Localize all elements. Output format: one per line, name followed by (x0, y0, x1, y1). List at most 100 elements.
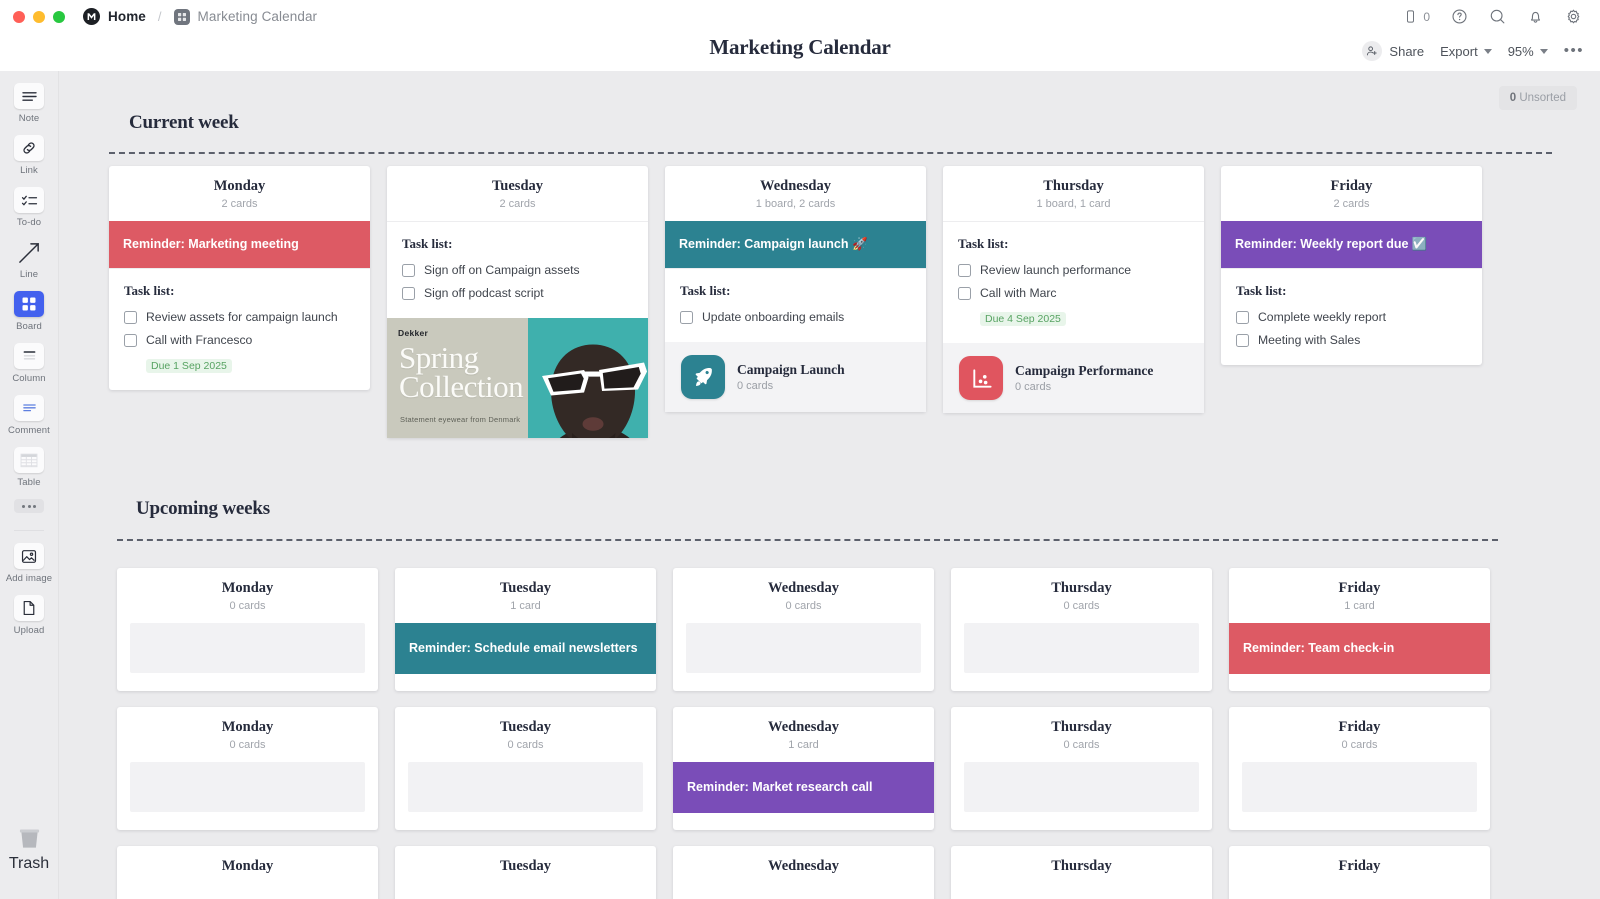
search-icon[interactable] (1489, 8, 1506, 25)
share-button[interactable]: Share (1362, 41, 1424, 61)
day-card-upcoming-thursday-1[interactable]: Thursday 0 cards (951, 568, 1212, 691)
day-card-upcoming-tuesday-3[interactable]: Tuesday (395, 846, 656, 899)
more-options-button[interactable]: ••• (1564, 46, 1584, 56)
empty-drop-zone[interactable] (1242, 762, 1477, 812)
task-checkbox[interactable] (1236, 334, 1249, 347)
day-card-wednesday[interactable]: Wednesday 1 board, 2 cards Reminder: Cam… (665, 166, 926, 412)
day-card-monday[interactable]: Monday 2 cards Reminder: Marketing meeti… (109, 166, 370, 390)
day-card-count: 0 cards (123, 600, 372, 612)
close-window-button[interactable] (13, 11, 25, 23)
help-icon[interactable] (1451, 8, 1468, 25)
day-card-upcoming-monday-3[interactable]: Monday (117, 846, 378, 899)
task-checkbox[interactable] (680, 311, 693, 324)
sidebar-item-column[interactable]: Column (0, 343, 59, 384)
empty-drop-zone[interactable] (130, 762, 365, 812)
line-icon (14, 239, 44, 265)
day-card-thursday[interactable]: Thursday 1 board, 1 card Task list: Revi… (943, 166, 1204, 413)
day-card-upcoming-wednesday-3[interactable]: Wednesday (673, 846, 934, 899)
task-item[interactable]: Sign off on Campaign assets (402, 263, 633, 277)
empty-drop-zone[interactable] (686, 623, 921, 673)
day-card-friday[interactable]: Friday 2 cards Reminder: Weekly report d… (1221, 166, 1482, 365)
day-card-upcoming-thursday-2[interactable]: Thursday 0 cards (951, 707, 1212, 830)
sidebar-item-board[interactable]: Board (0, 291, 59, 332)
window-titlebar: Home / Marketing Calendar 0 (0, 0, 1600, 33)
task-item[interactable]: Call with Francesco (124, 333, 355, 347)
zoom-dropdown[interactable]: 95% (1508, 44, 1548, 59)
sidebar-item-todo[interactable]: To-do (0, 187, 59, 228)
task-list-title: Task list: (958, 236, 1189, 252)
day-card-upcoming-monday-2[interactable]: Monday 0 cards (117, 707, 378, 830)
sidebar-item-trash[interactable]: Trash (9, 827, 49, 873)
day-card-upcoming-monday-1[interactable]: Monday 0 cards (117, 568, 378, 691)
task-item[interactable]: Complete weekly report (1236, 310, 1467, 324)
export-dropdown[interactable]: Export (1440, 44, 1492, 59)
breadcrumb-home[interactable]: Home (108, 9, 146, 24)
reminder-card[interactable]: Reminder: Schedule email newsletters (395, 623, 656, 674)
task-item[interactable]: Update onboarding emails (680, 310, 911, 324)
task-checkbox[interactable] (1236, 311, 1249, 324)
day-card-upcoming-tuesday-1[interactable]: Tuesday 1 card Reminder: Schedule email … (395, 568, 656, 691)
day-card-tuesday[interactable]: Tuesday 2 cards Task list: Sign off on C… (387, 166, 648, 438)
minimize-window-button[interactable] (33, 11, 45, 23)
sidebar-label: Add image (6, 573, 52, 584)
sidebar-label: Board (16, 321, 42, 332)
image-card-caption: Statement eyewear from Denmark (400, 415, 520, 424)
reminder-card[interactable]: Reminder: Market research call (673, 762, 934, 813)
board-canvas[interactable]: 0 Unsorted Current week Monday 2 cards R… (59, 71, 1600, 899)
task-list-card[interactable]: Task list: Complete weekly report Meetin… (1221, 268, 1482, 365)
reminder-card[interactable]: Reminder: Team check-in (1229, 623, 1490, 674)
empty-drop-zone[interactable] (964, 762, 1199, 812)
task-checkbox[interactable] (402, 287, 415, 300)
sidebar-item-table[interactable]: Table (0, 447, 59, 488)
sidebar-item-comment[interactable]: Comment (0, 395, 59, 436)
sidebar-item-add-image[interactable]: Add image (0, 543, 59, 584)
task-list-card[interactable]: Task list: Sign off on Campaign assets S… (387, 221, 648, 318)
board-item-campaign-performance[interactable]: Campaign Performance 0 cards (943, 343, 1204, 413)
reminder-card[interactable]: Reminder: Campaign launch 🚀 (665, 221, 926, 268)
day-card-upcoming-wednesday-2[interactable]: Wednesday 1 card Reminder: Market resear… (673, 707, 934, 830)
reminder-card[interactable]: Reminder: Weekly report due ☑️ (1221, 221, 1482, 268)
upload-icon (14, 595, 44, 621)
page-header: Marketing Calendar Share Export 95% ••• (0, 33, 1600, 71)
notifications-bell-icon[interactable] (1527, 8, 1544, 25)
task-item[interactable]: Meeting with Sales (1236, 333, 1467, 347)
settings-gear-icon[interactable] (1565, 8, 1582, 25)
task-list-card[interactable]: Task list: Update onboarding emails (665, 268, 926, 342)
sidebar-item-link[interactable]: Link (0, 135, 59, 176)
day-card-upcoming-friday-2[interactable]: Friday 0 cards (1229, 707, 1490, 830)
task-checkbox[interactable] (958, 287, 971, 300)
table-icon (14, 447, 44, 473)
day-card-count: 1 card (1235, 600, 1484, 612)
task-item[interactable]: Review assets for campaign launch (124, 310, 355, 324)
task-checkbox[interactable] (402, 264, 415, 277)
task-checkbox[interactable] (958, 264, 971, 277)
day-card-upcoming-thursday-3[interactable]: Thursday (951, 846, 1212, 899)
task-item[interactable]: Review launch performance (958, 263, 1189, 277)
task-checkbox[interactable] (124, 334, 137, 347)
day-card-count: 0 cards (957, 600, 1206, 612)
task-item[interactable]: Sign off podcast script (402, 286, 633, 300)
sidebar-item-upload[interactable]: Upload (0, 595, 59, 636)
reminder-card[interactable]: Reminder: Marketing meeting (109, 221, 370, 268)
empty-drop-zone[interactable] (130, 623, 365, 673)
task-list-card[interactable]: Task list: Review assets for campaign la… (109, 268, 370, 390)
task-item[interactable]: Call with Marc (958, 286, 1189, 300)
day-name: Tuesday (401, 719, 650, 736)
mobile-preview-button[interactable]: 0 (1403, 9, 1430, 24)
empty-drop-zone[interactable] (964, 623, 1199, 673)
task-list-card[interactable]: Task list: Review launch performance Cal… (943, 221, 1204, 343)
day-card-upcoming-friday-3[interactable]: Friday (1229, 846, 1490, 899)
day-card-upcoming-friday-1[interactable]: Friday 1 card Reminder: Team check-in (1229, 568, 1490, 691)
day-card-count: 1 card (401, 600, 650, 612)
empty-drop-zone[interactable] (408, 762, 643, 812)
sidebar-item-line[interactable]: Line (0, 239, 59, 280)
day-card-upcoming-tuesday-2[interactable]: Tuesday 0 cards (395, 707, 656, 830)
maximize-window-button[interactable] (53, 11, 65, 23)
unsorted-badge[interactable]: 0 Unsorted (1499, 86, 1577, 110)
task-checkbox[interactable] (124, 311, 137, 324)
sidebar-item-note[interactable]: Note (0, 83, 59, 124)
sidebar-more-tools-button[interactable] (0, 499, 59, 513)
day-card-upcoming-wednesday-1[interactable]: Wednesday 0 cards (673, 568, 934, 691)
board-item-campaign-launch[interactable]: Campaign Launch 0 cards (665, 342, 926, 412)
image-card-spring-collection[interactable]: Dekker (387, 318, 648, 438)
